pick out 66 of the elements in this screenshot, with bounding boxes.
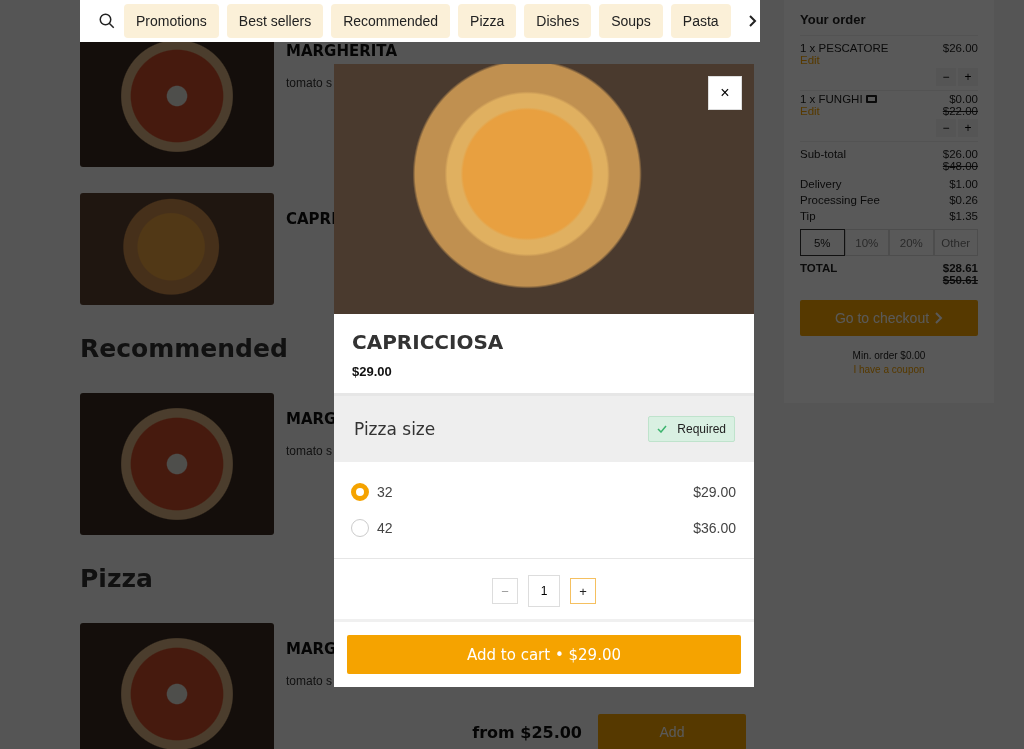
dish-title: CAPRI xyxy=(286,210,337,228)
decrease-button[interactable]: − xyxy=(492,578,518,604)
fee-value: $1.35 xyxy=(949,210,978,222)
add-button[interactable]: Add xyxy=(598,714,746,749)
dish-price: from $25.00 xyxy=(472,722,582,742)
dish-title: MARG xyxy=(286,640,337,658)
section-heading: Pizza xyxy=(80,564,153,594)
decrease-button[interactable]: − xyxy=(936,68,956,86)
increase-button[interactable]: + xyxy=(570,578,596,604)
tip-option[interactable]: 5% xyxy=(800,229,845,256)
close-button[interactable]: × xyxy=(708,76,742,110)
product-price: $29.00 xyxy=(352,364,393,379)
decrease-button[interactable]: − xyxy=(936,119,956,137)
dish-title: MARGHERITA xyxy=(286,42,397,60)
radio-button[interactable] xyxy=(351,519,369,537)
add-to-cart-button[interactable]: Add to cart • $29.00 xyxy=(347,635,741,674)
option-price: $29.00 xyxy=(693,484,736,500)
edit-link[interactable]: Edit xyxy=(800,54,889,66)
fee-label: Tip xyxy=(800,210,816,222)
old-price: $22.00 xyxy=(942,105,978,117)
quantity-field[interactable]: 1 xyxy=(528,575,560,607)
subtotal-value: $26.00 xyxy=(942,148,978,160)
check-icon xyxy=(657,425,668,433)
category-chip[interactable]: Recommended xyxy=(331,4,451,38)
ticket-icon xyxy=(865,95,877,103)
dish-description: tomato s xyxy=(286,76,333,90)
checkout-button[interactable]: Go to checkout xyxy=(800,300,978,336)
option-label: 32 xyxy=(377,484,393,500)
min-order-text: Min. order $0.00 xyxy=(851,350,927,361)
radio-button[interactable] xyxy=(351,483,369,501)
dish-description: tomato s xyxy=(286,674,333,688)
option-price: $36.00 xyxy=(693,520,736,536)
fee-label: Processing Fee xyxy=(800,194,880,206)
fee-label: Delivery xyxy=(800,178,842,190)
category-chip[interactable]: Best sellers xyxy=(226,4,324,38)
search-button[interactable] xyxy=(98,12,116,30)
increase-button[interactable]: + xyxy=(958,119,978,137)
dish-title: MARG xyxy=(286,410,337,428)
order-title: Your order xyxy=(800,12,978,36)
edit-link[interactable]: Edit xyxy=(800,105,877,117)
category-chip[interactable]: Soups xyxy=(599,4,663,38)
fee-value: $1.00 xyxy=(949,178,978,190)
chevron-right-icon xyxy=(746,14,757,28)
fee-value: $0.26 xyxy=(949,194,978,206)
total-value: $28.61 xyxy=(942,262,978,274)
old-total: $50.61 xyxy=(942,274,978,286)
chevron-right-icon xyxy=(933,311,944,325)
order-item-name: 1 x FUNGHI xyxy=(800,93,877,105)
order-item-name: 1 x PESCATORE xyxy=(800,42,889,54)
order-item-price: $0.00 xyxy=(949,93,978,105)
badge-label: Required xyxy=(677,422,726,436)
category-chip[interactable]: Promotions xyxy=(124,4,219,38)
total-label: TOTAL xyxy=(800,262,838,274)
option-label: 42 xyxy=(377,520,393,536)
scroll-right-button[interactable] xyxy=(746,14,757,28)
subtotal-label: Sub-total xyxy=(800,148,847,160)
dish-description: tomato s xyxy=(286,444,333,458)
increase-button[interactable]: + xyxy=(958,68,978,86)
option-group-title: Pizza size xyxy=(354,419,436,439)
order-item-price: $26.00 xyxy=(942,42,978,54)
category-chip[interactable]: Pasta xyxy=(670,4,731,38)
category-chip[interactable]: Pizza xyxy=(458,4,517,38)
category-chip[interactable]: Dishes xyxy=(524,4,592,38)
product-title: CAPRICCIOSA xyxy=(352,330,505,354)
section-heading: Recommended xyxy=(80,334,288,364)
old-subtotal: $48.00 xyxy=(942,160,978,172)
